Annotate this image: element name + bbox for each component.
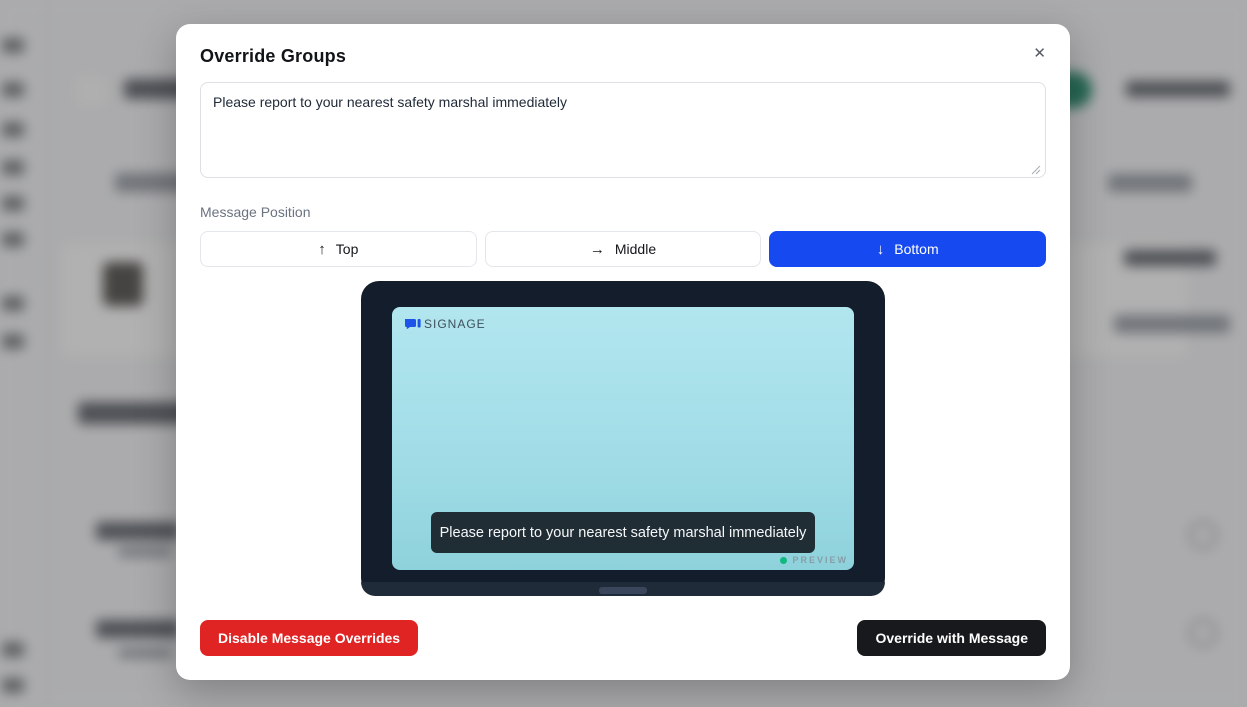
position-button-label: Middle bbox=[615, 241, 656, 257]
preview-badge-text: PREVIEW bbox=[792, 555, 848, 565]
preview-area: SIGNAGE Please report to your nearest sa… bbox=[200, 281, 1046, 596]
message-position-label: Message Position bbox=[200, 204, 1046, 220]
close-button[interactable]: ✕ bbox=[1029, 44, 1050, 63]
modal-title: Override Groups bbox=[200, 46, 346, 67]
preview-message-bar: Please report to your nearest safety mar… bbox=[431, 512, 815, 553]
brand-text: SIGNAGE bbox=[424, 317, 486, 331]
tv-stand bbox=[599, 587, 647, 594]
override-with-message-button[interactable]: Override with Message bbox=[857, 620, 1046, 656]
tv-preview-screen: SIGNAGE Please report to your nearest sa… bbox=[392, 307, 854, 570]
override-message-textarea[interactable]: Please report to your nearest safety mar… bbox=[200, 82, 1046, 178]
position-button-bottom[interactable]: ↓ Bottom bbox=[769, 231, 1046, 267]
modal-header: Override Groups ✕ bbox=[200, 46, 1046, 67]
pisignage-logo-icon bbox=[404, 318, 421, 330]
modal-footer: Disable Message Overrides Override with … bbox=[200, 620, 1046, 656]
arrow-down-icon: ↓ bbox=[877, 241, 885, 258]
override-groups-modal: Override Groups ✕ Please report to your … bbox=[176, 24, 1070, 680]
message-position-group: ↑ Top → Middle ↓ Bottom bbox=[200, 231, 1046, 267]
preview-status-badge: PREVIEW bbox=[780, 555, 848, 565]
position-button-middle[interactable]: → Middle bbox=[485, 231, 762, 267]
arrow-right-icon: → bbox=[590, 241, 605, 258]
textarea-resize-handle-icon[interactable] bbox=[1031, 165, 1041, 175]
message-field-wrapper: Please report to your nearest safety mar… bbox=[200, 82, 1046, 183]
preview-message-text: Please report to your nearest safety mar… bbox=[440, 525, 807, 541]
status-dot-icon bbox=[780, 557, 787, 564]
pisignage-brand: SIGNAGE bbox=[404, 317, 486, 331]
arrow-up-icon: ↑ bbox=[318, 241, 326, 258]
position-button-label: Bottom bbox=[894, 241, 938, 257]
position-button-top[interactable]: ↑ Top bbox=[200, 231, 477, 267]
tv-preview-frame: SIGNAGE Please report to your nearest sa… bbox=[361, 281, 885, 596]
disable-message-overrides-button[interactable]: Disable Message Overrides bbox=[200, 620, 418, 656]
close-icon: ✕ bbox=[1033, 45, 1046, 62]
position-button-label: Top bbox=[336, 241, 359, 257]
